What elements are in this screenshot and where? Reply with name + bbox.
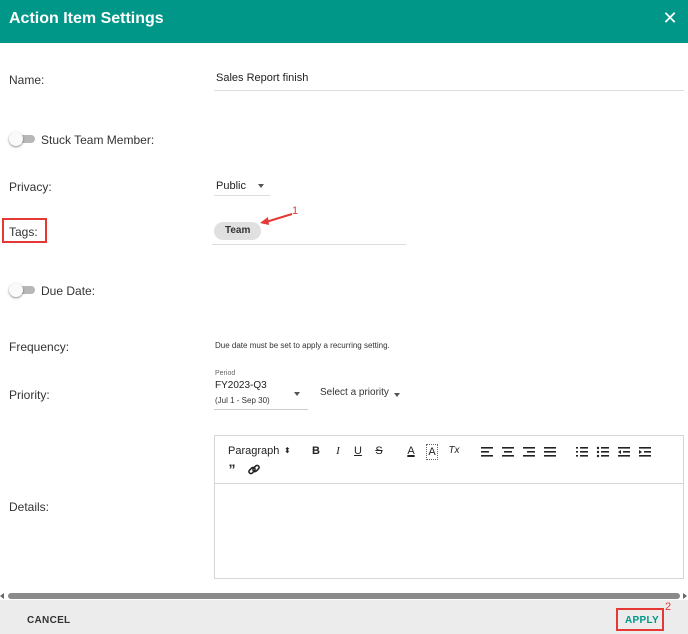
justify-icon[interactable] bbox=[543, 445, 557, 459]
due-date-toggle[interactable] bbox=[9, 283, 35, 297]
scroll-right-icon[interactable] bbox=[683, 593, 687, 599]
cancel-button[interactable]: CANCEL bbox=[27, 615, 70, 626]
privacy-label: Privacy: bbox=[9, 180, 52, 194]
outdent-icon[interactable] bbox=[617, 445, 631, 459]
blockquote-button[interactable]: ” bbox=[226, 462, 238, 476]
privacy-select-value: Public bbox=[216, 180, 246, 192]
apply-button[interactable]: APPLY bbox=[625, 615, 659, 626]
name-input-value: Sales Report finish bbox=[216, 72, 309, 84]
italic-button[interactable]: I bbox=[332, 444, 344, 458]
dialog-title: Action Item Settings bbox=[9, 10, 164, 27]
dialog-footer: CANCEL APPLY 2 bbox=[0, 600, 688, 634]
tag-chip[interactable]: Team bbox=[214, 222, 262, 240]
annotation-number: 2 bbox=[665, 601, 672, 613]
priority-select[interactable]: Select a priority bbox=[320, 387, 402, 401]
priority-label: Priority: bbox=[9, 388, 50, 402]
chevron-down-icon bbox=[394, 393, 400, 397]
annotation-number: 1 bbox=[292, 205, 299, 217]
frequency-note: Due date must be set to apply a recurrin… bbox=[215, 341, 390, 350]
priority-select-value: Select a priority bbox=[320, 387, 389, 398]
align-left-icon[interactable] bbox=[480, 445, 494, 459]
toggle-knob bbox=[9, 132, 23, 146]
underline-button[interactable]: U bbox=[352, 444, 364, 458]
bullet-list-icon[interactable] bbox=[596, 445, 610, 459]
clear-format-button[interactable]: Tx bbox=[447, 444, 461, 458]
close-icon[interactable]: ✕ bbox=[660, 8, 680, 28]
horizontal-scrollbar[interactable] bbox=[0, 592, 688, 600]
details-editor[interactable]: Paragraph ⬍ B I U S A A Tx ” bbox=[214, 435, 684, 579]
tags-input[interactable]: Team bbox=[212, 218, 406, 245]
due-date-label: Due Date: bbox=[41, 284, 96, 298]
block-format-value: Paragraph bbox=[228, 445, 280, 457]
strikethrough-button[interactable]: S bbox=[373, 444, 385, 458]
block-format-select[interactable]: Paragraph ⬍ bbox=[228, 444, 291, 458]
details-label: Details: bbox=[9, 500, 50, 514]
period-select[interactable]: Period FY2023-Q3 (Jul 1 - Sep 30) bbox=[214, 368, 308, 410]
dialog-header: Action Item Settings ✕ bbox=[0, 0, 688, 43]
period-label: Period bbox=[215, 370, 236, 377]
frequency-label: Frequency: bbox=[9, 340, 70, 354]
stuck-team-member-label: Stuck Team Member: bbox=[41, 133, 155, 147]
stuck-team-member-toggle[interactable] bbox=[9, 132, 35, 146]
ordered-list-icon[interactable] bbox=[575, 445, 589, 459]
name-label: Name: bbox=[9, 73, 45, 87]
scroll-left-icon[interactable] bbox=[0, 593, 4, 599]
editor-toolbar: Paragraph ⬍ B I U S A A Tx ” bbox=[215, 436, 683, 484]
align-right-icon[interactable] bbox=[522, 445, 536, 459]
name-input[interactable]: Sales Report finish bbox=[214, 66, 684, 91]
editor-content-area[interactable] bbox=[215, 484, 683, 578]
period-range: (Jul 1 - Sep 30) bbox=[215, 396, 270, 405]
updown-icon: ⬍ bbox=[284, 446, 291, 455]
scroll-thumb[interactable] bbox=[8, 593, 680, 599]
privacy-select[interactable]: Public bbox=[214, 176, 270, 196]
annotation-arrow-icon bbox=[260, 213, 293, 225]
highlight-button[interactable]: A bbox=[426, 444, 438, 460]
font-color-button[interactable]: A bbox=[405, 444, 417, 458]
link-icon[interactable] bbox=[247, 463, 261, 477]
chevron-down-icon bbox=[294, 392, 300, 396]
toggle-knob bbox=[9, 283, 23, 297]
tags-label: Tags: bbox=[9, 225, 38, 239]
chevron-down-icon bbox=[258, 184, 264, 188]
align-center-icon[interactable] bbox=[501, 445, 515, 459]
indent-icon[interactable] bbox=[638, 445, 652, 459]
bold-button[interactable]: B bbox=[310, 444, 322, 458]
period-value: FY2023-Q3 bbox=[215, 380, 267, 391]
